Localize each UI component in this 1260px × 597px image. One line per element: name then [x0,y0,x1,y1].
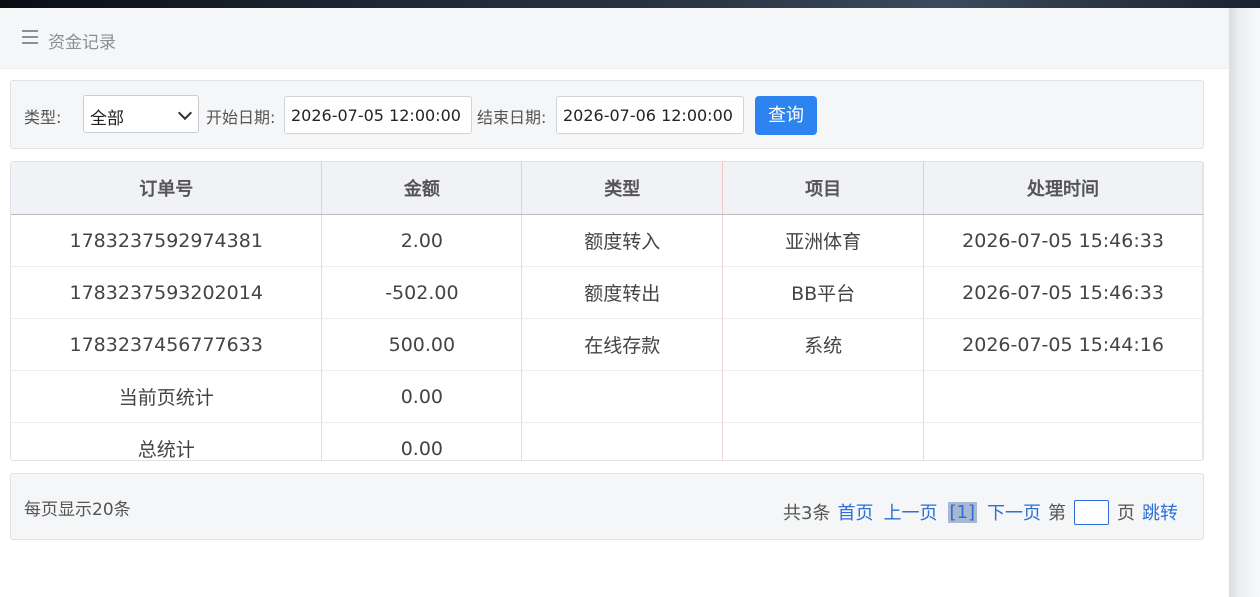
window-top-strip [0,0,1260,8]
menu-icon[interactable] [22,30,38,44]
goto-suffix: 页 [1117,503,1135,524]
page-title: 资金记录 [48,33,116,53]
total-count: 共3条 [783,503,831,524]
type-cell: 额度转出 [521,266,724,319]
summary-empty-cell [521,370,724,423]
type-label: 类型: [24,108,62,127]
current-page[interactable]: [1] [947,501,977,523]
prev-page-link[interactable]: 上一页 [884,499,938,525]
summary-label: 当前页统计 [11,370,323,423]
chevron-down-icon [177,105,193,121]
table-row: 1783237592974381 2.00 额度转入 亚洲体育 2026-07-… [11,214,1203,267]
time-cell: 2026-07-05 15:44:16 [923,318,1203,371]
order-no-cell: 1783237592974381 [11,214,323,267]
goto-prefix: 第 [1048,503,1066,524]
query-button[interactable]: 查询 [755,96,817,135]
project-cell: 亚洲体育 [722,214,925,267]
project-cell: BB平台 [722,266,925,319]
type-select[interactable]: 全部 [83,95,199,133]
column-header-project: 项目 [722,162,925,215]
column-header-type: 类型 [521,162,724,215]
order-no-cell: 1783237456777633 [11,318,323,371]
main-panel: 资金记录 类型: 全部 开始日期: 2026-07-05 12:00:00 结束… [0,8,1229,597]
summary-empty-cell [722,422,925,460]
summary-empty-cell [521,422,724,460]
amount-cell: 2.00 [321,214,523,267]
summary-row-page: 当前页统计 0.00 [11,370,1203,423]
start-date-label: 开始日期: [206,108,276,127]
summary-empty-cell [923,422,1203,460]
time-cell: 2026-07-05 15:46:33 [923,266,1203,319]
filter-bar: 类型: 全部 开始日期: 2026-07-05 12:00:00 结束日期: 2… [10,80,1204,149]
project-cell: 系统 [722,318,925,371]
page-number-input[interactable] [1074,499,1109,525]
next-page-link[interactable]: 下一页 [987,499,1041,525]
per-page-text: 每页显示20条 [24,500,131,520]
column-header-amount: 金额 [321,162,523,215]
column-header-order-no: 订单号 [11,162,323,215]
table-row: 1783237593202014 -502.00 额度转出 BB平台 2026-… [11,266,1203,319]
pager: 共3条 首页 上一页 [1] 下一页 第 页 跳转 [781,499,1183,525]
end-date-label: 结束日期: [477,108,547,127]
column-header-time: 处理时间 [923,162,1203,215]
summary-amount: 0.00 [321,370,523,423]
pagination-bar: 每页显示20条 共3条 首页 上一页 [1] 下一页 第 页 跳转 [10,473,1204,540]
records-table: 订单号 金额 类型 项目 处理时间 1783237592974381 2.00 … [10,161,1204,461]
summary-row-total: 总统计 0.00 [11,422,1203,460]
amount-cell: -502.00 [321,266,523,319]
summary-label: 总统计 [11,422,323,460]
scroll-edge [1229,8,1260,597]
title-bar: 资金记录 [0,8,1229,69]
type-cell: 在线存款 [521,318,724,371]
order-no-cell: 1783237593202014 [11,266,323,319]
type-cell: 额度转入 [521,214,724,267]
time-cell: 2026-07-05 15:46:33 [923,214,1203,267]
summary-empty-cell [722,370,925,423]
type-select-value: 全部 [90,109,124,129]
summary-amount: 0.00 [321,422,523,460]
end-date-input[interactable]: 2026-07-06 12:00:00 [556,96,744,134]
start-date-input[interactable]: 2026-07-05 12:00:00 [284,96,472,134]
table-row: 1783237456777633 500.00 在线存款 系统 2026-07-… [11,318,1203,371]
summary-empty-cell [923,370,1203,423]
jump-link[interactable]: 跳转 [1142,499,1178,525]
table-header-row: 订单号 金额 类型 项目 处理时间 [11,162,1203,215]
first-page-link[interactable]: 首页 [838,499,874,525]
amount-cell: 500.00 [321,318,523,371]
